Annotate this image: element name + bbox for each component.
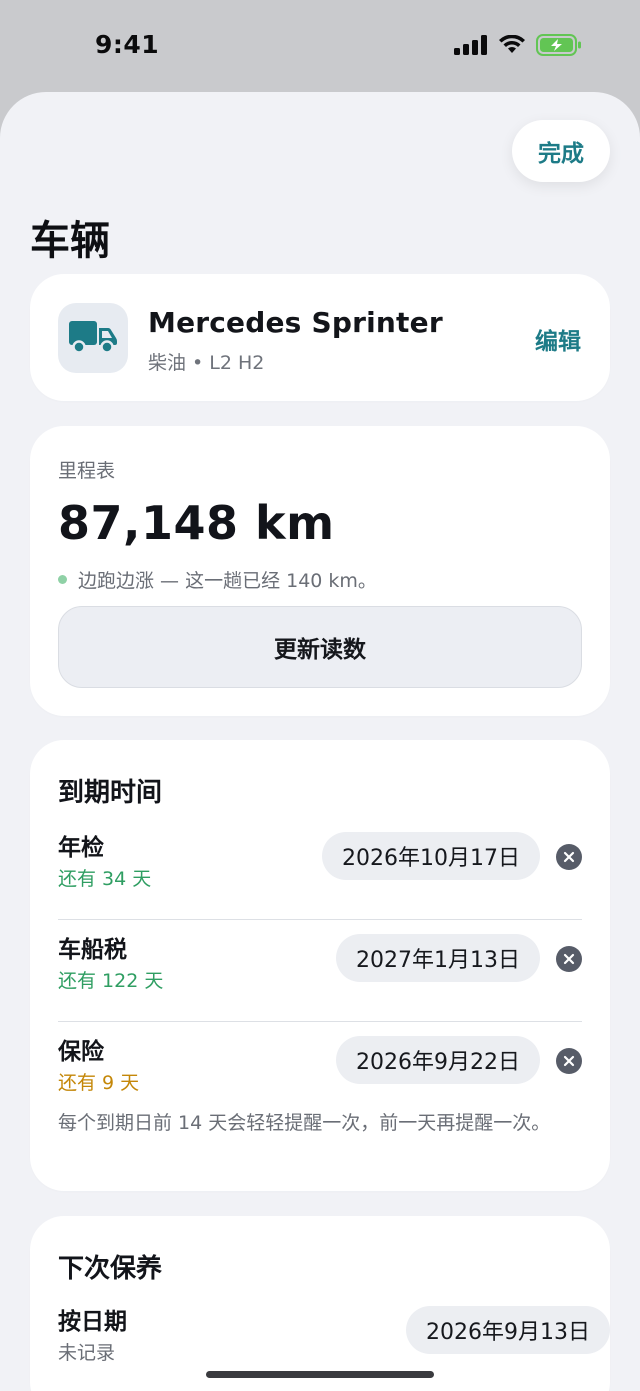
home-indicator[interactable] xyxy=(206,1371,434,1378)
reminder-note: 每个到期日前 14 天会轻轻提醒一次，前一天再提醒一次。 xyxy=(58,1112,551,1134)
maintenance-by-date-status: 未记录 xyxy=(58,1342,116,1364)
date-picker-vehicle-tax[interactable]: 2027年1月13日 xyxy=(336,934,540,982)
due-item-name: 保险 xyxy=(58,1039,104,1065)
edit-vehicle-button[interactable]: 编辑 xyxy=(535,322,581,356)
due-dates-card: 到期时间 年检 还有 34 天 2026年10月17日 车船税 还有 122 天… xyxy=(30,740,610,1191)
vehicle-subtitle: 柴油 • L2 H2 xyxy=(148,352,265,374)
status-dot-icon xyxy=(58,575,67,584)
clear-date-button[interactable] xyxy=(556,1048,582,1074)
due-item-remaining: 还有 34 天 xyxy=(58,868,152,890)
date-picker-maintenance[interactable]: 2026年9月13日 xyxy=(406,1306,610,1354)
close-icon xyxy=(563,851,575,863)
vehicle-name: Mercedes Sprinter xyxy=(148,306,443,339)
odometer-status-text: 边跑边涨 — 这一趟已经 140 km。 xyxy=(78,570,377,592)
wifi-icon xyxy=(498,34,526,59)
page-title: 车辆 xyxy=(30,218,110,264)
due-row-insurance: 保险 还有 9 天 2026年9月22日 xyxy=(58,1022,582,1124)
battery-charging-icon xyxy=(536,34,582,60)
odometer-value: 87,148 km xyxy=(58,496,335,550)
vehicle-sheet: 完成 车辆 Mercedes Sprinter 柴油 • L2 H2 编辑 里程… xyxy=(0,92,640,1391)
date-picker-inspection[interactable]: 2026年10月17日 xyxy=(322,832,540,880)
done-button[interactable]: 完成 xyxy=(512,120,610,182)
maintenance-title: 下次保养 xyxy=(58,1254,163,1284)
status-time: 9:41 xyxy=(95,30,160,59)
clear-date-button[interactable] xyxy=(556,844,582,870)
maintenance-card: 下次保养 按日期 未记录 2026年9月13日 xyxy=(30,1216,610,1391)
update-reading-button[interactable]: 更新读数 xyxy=(58,606,582,688)
due-item-remaining: 还有 122 天 xyxy=(58,970,164,992)
vehicle-avatar xyxy=(58,303,128,373)
clear-date-button[interactable] xyxy=(556,946,582,972)
close-icon xyxy=(563,953,575,965)
due-item-name: 车船税 xyxy=(58,937,127,963)
cellular-signal-icon xyxy=(454,35,488,59)
due-row-vehicle-tax: 车船税 还有 122 天 2027年1月13日 xyxy=(58,920,582,1022)
due-item-name: 年检 xyxy=(58,835,104,861)
due-dates-title: 到期时间 xyxy=(58,778,163,808)
due-item-remaining: 还有 9 天 xyxy=(58,1072,140,1094)
odometer-card: 里程表 87,148 km 边跑边涨 — 这一趟已经 140 km。 更新读数 xyxy=(30,426,610,716)
vehicle-card: Mercedes Sprinter 柴油 • L2 H2 编辑 xyxy=(30,274,610,401)
close-icon xyxy=(563,1055,575,1067)
status-bar: 9:41 xyxy=(0,0,640,92)
odometer-status: 边跑边涨 — 这一趟已经 140 km。 xyxy=(58,566,377,593)
due-row-inspection: 年检 还有 34 天 2026年10月17日 xyxy=(58,818,582,920)
status-icons xyxy=(454,34,582,60)
date-picker-insurance[interactable]: 2026年9月22日 xyxy=(336,1036,540,1084)
maintenance-by-date-label: 按日期 xyxy=(58,1309,127,1335)
truck-icon xyxy=(69,318,117,358)
maintenance-by-date-row: 按日期 未记录 2026年9月13日 xyxy=(58,1294,610,1374)
odometer-label: 里程表 xyxy=(58,460,116,482)
